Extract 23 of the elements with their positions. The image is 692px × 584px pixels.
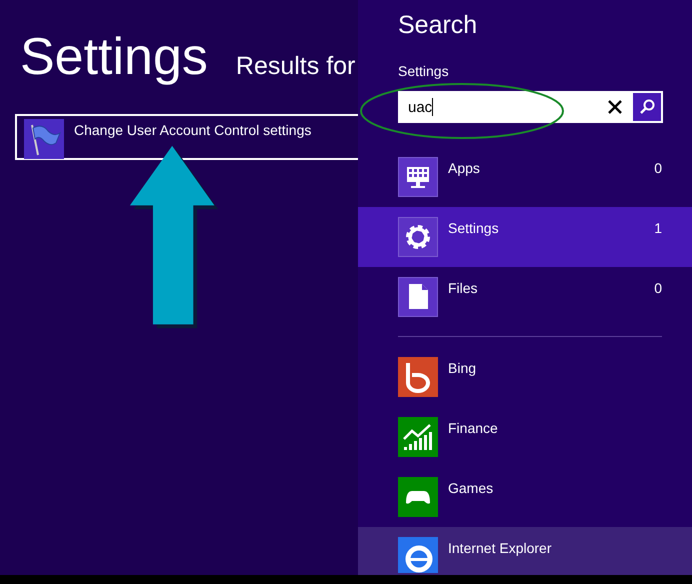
gear-icon <box>398 217 438 257</box>
close-icon <box>608 100 622 114</box>
page-title: Settings <box>20 27 208 88</box>
app-item[interactable]: Internet Explorer <box>358 527 692 575</box>
document-icon <box>398 277 438 317</box>
search-scope: Settings <box>398 62 449 80</box>
result-count: 0 <box>654 160 662 176</box>
result-count: 0 <box>654 280 662 296</box>
search-icon <box>639 99 655 115</box>
category-item[interactable]: Files 0 <box>358 267 692 327</box>
app-item[interactable]: Bing <box>358 347 692 407</box>
result-item[interactable]: Change User Account Control settings <box>15 114 358 160</box>
result-count: 1 <box>654 220 662 236</box>
results-heading: Results for <box>236 52 356 81</box>
monitor-icon <box>398 157 438 197</box>
app-item[interactable]: Finance <box>358 407 692 467</box>
category-item[interactable]: Apps 0 <box>358 147 692 207</box>
category-item[interactable]: Settings 1 <box>358 207 692 267</box>
search-field[interactable]: uac <box>398 91 663 123</box>
search-button[interactable] <box>633 93 661 121</box>
app-item[interactable]: Games <box>358 467 692 527</box>
search-title: Search <box>398 10 478 41</box>
flag-icon <box>24 119 64 159</box>
